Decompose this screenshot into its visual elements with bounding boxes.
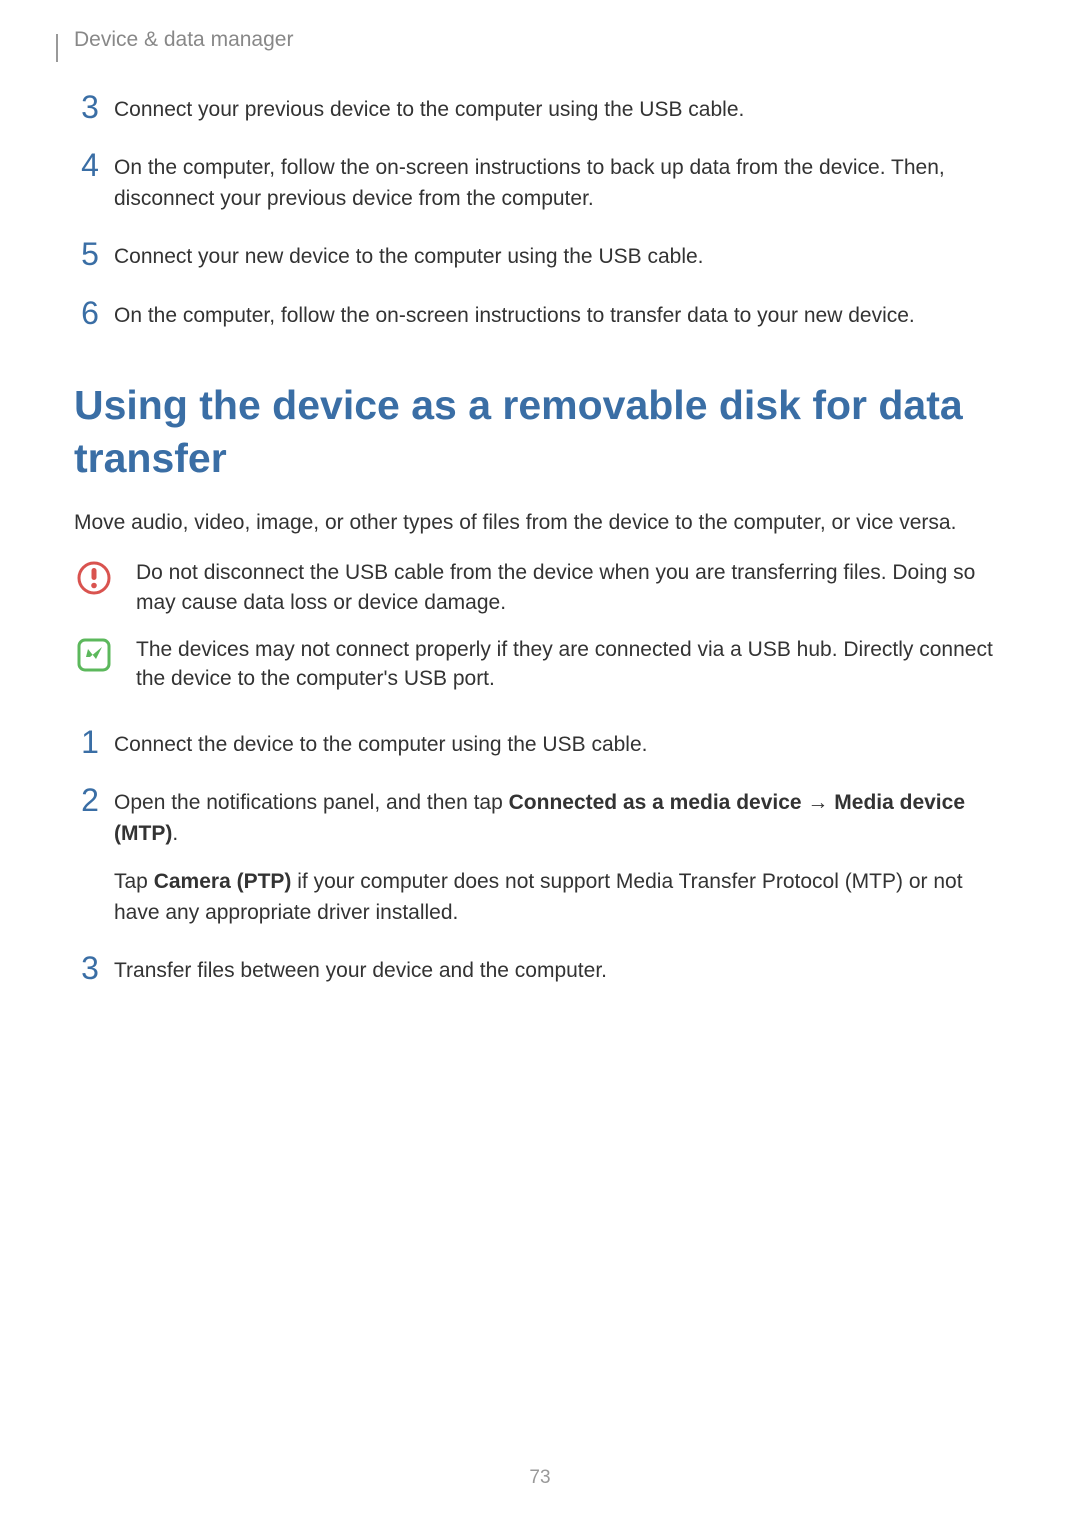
step-item: 4 On the computer, follow the on-screen … [74, 153, 1006, 214]
page-number: 73 [0, 1467, 1080, 1489]
step-text: Connect your previous device to the comp… [114, 95, 1006, 125]
step-text: Connect the device to the computer using… [114, 730, 1006, 760]
breadcrumb: Device & data manager [74, 0, 293, 52]
text-fragment: Tap [114, 870, 154, 893]
step-list-initial: 3 Connect your previous device to the co… [74, 95, 1006, 331]
section-title: Using the device as a removable disk for… [74, 379, 1006, 486]
intro-text: Move audio, video, image, or other types… [74, 508, 1006, 538]
info-icon [74, 635, 114, 673]
step-number: 1 [74, 726, 106, 758]
step-item: 3 Connect your previous device to the co… [74, 95, 1006, 125]
bold-text: Camera (PTP) [154, 870, 292, 893]
step-text: Open the notifications panel, and then t… [114, 788, 1006, 928]
step-item: 5 Connect your new device to the compute… [74, 242, 1006, 272]
step-item: 2 Open the notifications panel, and then… [74, 788, 1006, 928]
step-number: 2 [74, 784, 106, 816]
step-number: 4 [74, 149, 106, 181]
step-item: 6 On the computer, follow the on-screen … [74, 301, 1006, 331]
step-item: 3 Transfer files between your device and… [74, 956, 1006, 986]
info-text: The devices may not connect properly if … [136, 635, 1006, 694]
arrow-text: → [802, 791, 835, 814]
warning-note: Do not disconnect the USB cable from the… [74, 558, 1006, 617]
step-number: 3 [74, 952, 106, 984]
step-text: On the computer, follow the on-screen in… [114, 301, 1006, 331]
info-note: The devices may not connect properly if … [74, 635, 1006, 694]
step-text: Connect your new device to the computer … [114, 242, 1006, 272]
text-fragment: . [172, 822, 178, 845]
bold-text: Connected as a media device [509, 791, 802, 814]
page-header: Device & data manager [56, 0, 293, 60]
page-content: 3 Connect your previous device to the co… [0, 0, 1080, 986]
step-number: 3 [74, 91, 106, 123]
step-item: 1 Connect the device to the computer usi… [74, 730, 1006, 760]
step-text: Transfer files between your device and t… [114, 956, 1006, 986]
step-text: On the computer, follow the on-screen in… [114, 153, 1006, 214]
warning-text: Do not disconnect the USB cable from the… [136, 558, 1006, 617]
paragraph: Tap Camera (PTP) if your computer does n… [114, 867, 1006, 928]
step-number: 6 [74, 297, 106, 329]
warning-icon [74, 558, 114, 596]
step-number: 5 [74, 238, 106, 270]
step-list-secondary: 1 Connect the device to the computer usi… [74, 730, 1006, 987]
text-fragment: Open the notifications panel, and then t… [114, 791, 509, 814]
